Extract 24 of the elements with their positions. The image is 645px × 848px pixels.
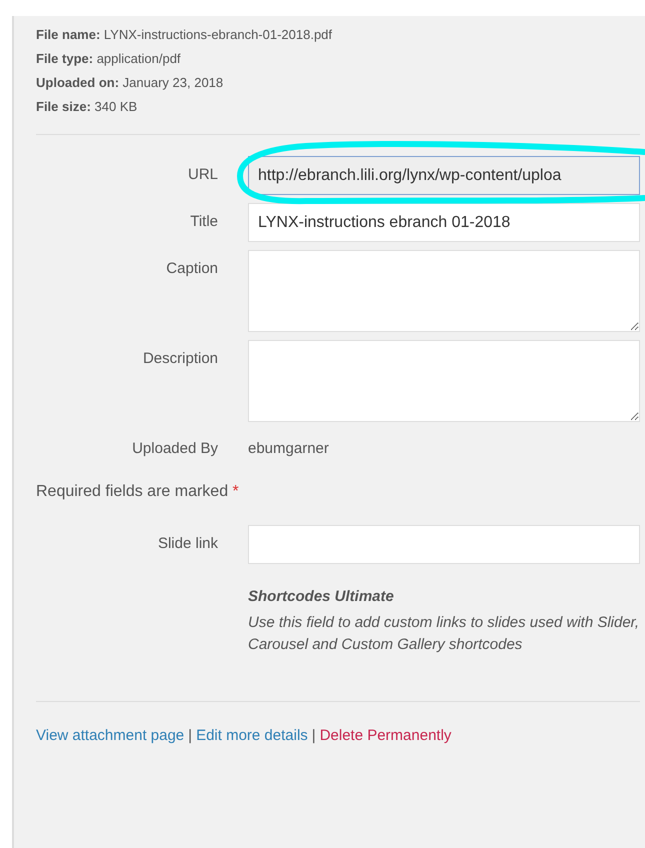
field-label: URL xyxy=(188,165,218,183)
text-area[interactable] xyxy=(248,340,640,422)
field-label: Title xyxy=(190,212,218,230)
file-info-line: File type: application/pdf xyxy=(36,50,182,68)
slide-link-field[interactable] xyxy=(248,525,640,564)
field-label: Uploaded By xyxy=(132,439,218,457)
url-field[interactable]: http://ebranch.lili.org/lynx/wp-content/uploa xyxy=(248,156,640,195)
action-link[interactable]: Edit more details xyxy=(196,727,308,744)
title-field[interactable]: LYNX-instructions ebranch 01-2018 xyxy=(248,203,640,242)
help-text: Use this field to add custom links to slides used with Slider, Carousel and Custom Gallery shortcodes xyxy=(248,613,640,655)
text-area[interactable] xyxy=(248,250,640,332)
separator: | xyxy=(188,727,192,744)
uploader-name: ebumgarner xyxy=(248,439,330,457)
file-info-line: File name: LYNX-instructions-ebranch-01-2018.pdf xyxy=(36,26,334,44)
action-link[interactable]: View attachment page xyxy=(36,727,184,744)
separator: | xyxy=(312,727,316,744)
delete-link[interactable]: Delete Permanently xyxy=(320,727,452,744)
field-label: Caption xyxy=(166,259,218,277)
file-info-line: Uploaded on: January 23, 2018 xyxy=(36,74,224,92)
field-label: Description xyxy=(142,349,218,367)
field-label: Slide link xyxy=(158,534,218,552)
file-info-line: File size: 340 KB xyxy=(36,98,138,116)
required-note: Required fields are marked * xyxy=(36,482,240,502)
help-title: Shortcodes Ultimate xyxy=(248,587,395,607)
